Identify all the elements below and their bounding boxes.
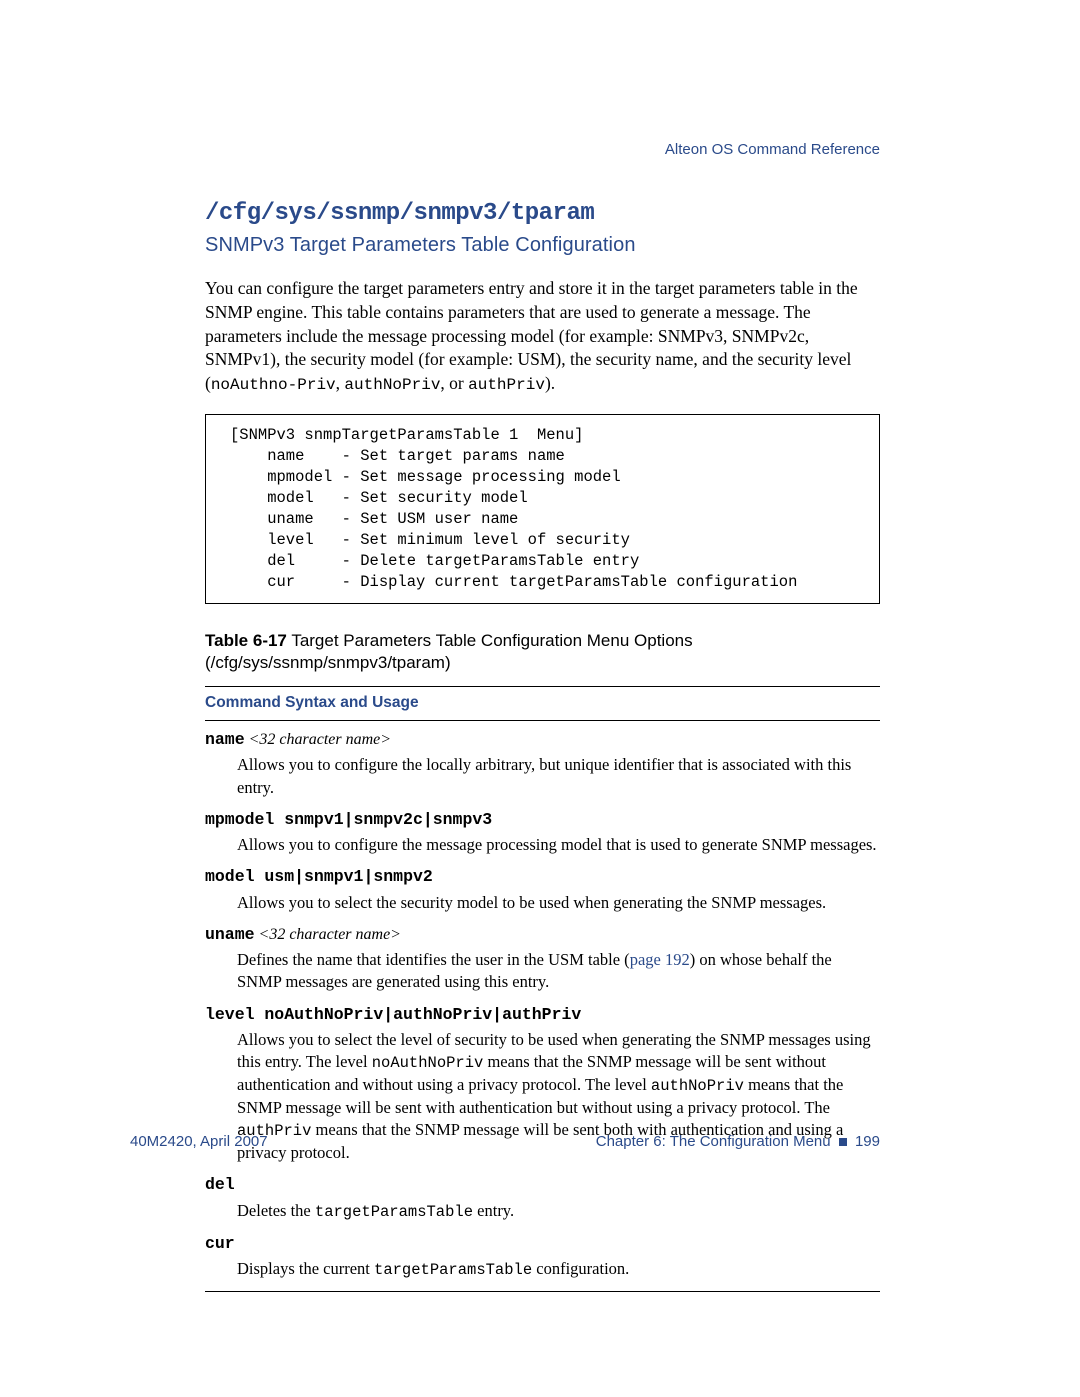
- page: Alteon OS Command Reference /cfg/sys/ssn…: [0, 0, 1080, 1397]
- syntax-line: del: [205, 1174, 880, 1196]
- column-header: Command Syntax and Usage: [205, 693, 880, 714]
- pipe-icon: |: [423, 810, 433, 829]
- syntax-line: cur: [205, 1233, 880, 1255]
- rule: [205, 1291, 880, 1292]
- page-link[interactable]: page 192: [630, 950, 690, 969]
- option-entry-mpmodel: mpmodel snmpv1|snmpv2c|snmpv3 Allows you…: [205, 809, 880, 857]
- desc-code: targetParamsTable: [315, 1203, 473, 1221]
- syntax-arg: <32 character name>: [259, 926, 401, 943]
- syntax-cmd: mpmodel snmpv1: [205, 810, 344, 829]
- option-entry-model: model usm|snmpv1|snmpv2 Allows you to se…: [205, 866, 880, 914]
- pipe-icon: |: [344, 810, 354, 829]
- desc-text: Deletes the: [237, 1201, 315, 1220]
- pipe-icon: |: [383, 1005, 393, 1024]
- syntax-alt: snmpv1: [304, 867, 363, 886]
- syntax-cmd: model usm: [205, 867, 294, 886]
- option-description: Displays the current targetParamsTable c…: [237, 1258, 880, 1281]
- syntax-cmd: del: [205, 1175, 235, 1194]
- rule: [205, 686, 880, 687]
- syntax-cmd: level noAuthNoPriv: [205, 1005, 383, 1024]
- intro-code: noAuthno-Priv: [211, 376, 336, 394]
- syntax-line: uname <32 character name>: [205, 924, 880, 946]
- syntax-arg: <32 character name>: [249, 731, 391, 748]
- syntax-line: model usm|snmpv1|snmpv2: [205, 866, 880, 888]
- footer-page-number: 199: [855, 1133, 880, 1150]
- option-description: Allows you to select the security model …: [237, 892, 880, 914]
- desc-text: configuration.: [532, 1259, 629, 1278]
- footer-chapter: Chapter 6: The Configuration Menu: [596, 1133, 831, 1150]
- menu-listing-box: [SNMPv3 snmpTargetParamsTable 1 Menu] na…: [205, 414, 880, 603]
- intro-code: authPriv: [468, 376, 545, 394]
- pipe-icon: |: [492, 1005, 502, 1024]
- desc-code: noAuthNoPriv: [372, 1054, 484, 1072]
- syntax-line: name <32 character name>: [205, 729, 880, 751]
- pipe-icon: |: [363, 867, 373, 886]
- syntax-cmd: cur: [205, 1234, 235, 1253]
- subtitle: SNMPv3 Target Parameters Table Configura…: [205, 232, 880, 259]
- syntax-cmd: uname: [205, 925, 255, 944]
- syntax-alt: snmpv2: [373, 867, 432, 886]
- desc-text: Defines the name that identifies the use…: [237, 950, 630, 969]
- option-description: Defines the name that identifies the use…: [237, 949, 880, 994]
- square-bullet-icon: [839, 1138, 847, 1146]
- rule: [205, 720, 880, 721]
- option-entry-cur: cur Displays the current targetParamsTab…: [205, 1233, 880, 1281]
- footer-right: Chapter 6: The Configuration Menu 199: [596, 1132, 880, 1152]
- running-head: Alteon OS Command Reference: [665, 140, 880, 160]
- desc-code: targetParamsTable: [374, 1261, 532, 1279]
- syntax-line: mpmodel snmpv1|snmpv2c|snmpv3: [205, 809, 880, 831]
- option-entry-del: del Deletes the targetParamsTable entry.: [205, 1174, 880, 1222]
- table-caption-label: Table 6-17: [205, 631, 287, 650]
- command-path-heading: /cfg/sys/ssnmp/snmpv3/tparam: [205, 198, 880, 230]
- intro-text: ).: [545, 373, 555, 393]
- pipe-icon: |: [294, 867, 304, 886]
- intro-code: authNoPriv: [344, 376, 440, 394]
- intro-text: , or: [440, 373, 468, 393]
- syntax-cmd: name: [205, 730, 245, 749]
- option-description: Allows you to configure the locally arbi…: [237, 754, 880, 799]
- syntax-alt: authPriv: [502, 1005, 581, 1024]
- syntax-alt: snmpv3: [433, 810, 492, 829]
- intro-paragraph: You can configure the target parameters …: [205, 277, 880, 396]
- desc-text: Displays the current: [237, 1259, 374, 1278]
- page-footer: 40M2420, April 2007 Chapter 6: The Confi…: [130, 1132, 880, 1152]
- footer-left: 40M2420, April 2007: [130, 1132, 268, 1152]
- syntax-line: level noAuthNoPriv|authNoPriv|authPriv: [205, 1004, 880, 1026]
- option-entry-uname: uname <32 character name> Defines the na…: [205, 924, 880, 994]
- option-entry-name: name <32 character name> Allows you to c…: [205, 729, 880, 799]
- syntax-alt: snmpv2c: [354, 810, 423, 829]
- syntax-alt: authNoPriv: [393, 1005, 492, 1024]
- desc-text: entry.: [473, 1201, 514, 1220]
- desc-code: authNoPriv: [651, 1077, 744, 1095]
- table-caption: Table 6-17 Target Parameters Table Confi…: [205, 630, 880, 674]
- option-description: Allows you to configure the message proc…: [237, 834, 880, 856]
- option-description: Deletes the targetParamsTable entry.: [237, 1200, 880, 1223]
